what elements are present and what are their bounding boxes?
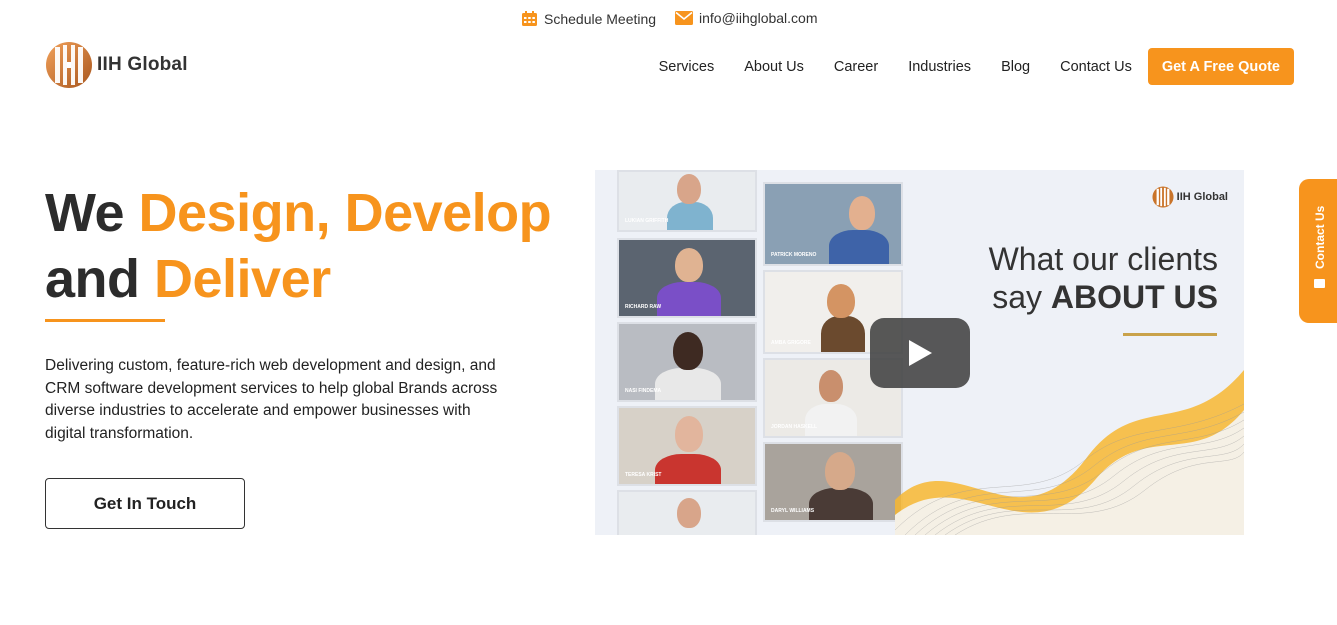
participant-tile [617, 490, 757, 535]
main-nav: Services About Us Career Industries Blog… [659, 48, 1294, 85]
video-brand-logo: IIH Global [1152, 186, 1228, 208]
email-label: info@iihglobal.com [699, 10, 818, 26]
video-heading-line1: What our clients [988, 241, 1218, 277]
hero-title-accent-2: Deliver [154, 249, 331, 309]
calendar-icon [521, 10, 538, 27]
nav-blog[interactable]: Blog [1001, 49, 1030, 85]
envelope-icon [675, 11, 693, 25]
contact-us-side-tab[interactable]: Contact Us [1299, 179, 1337, 323]
participant-tile: NASI FINDEMA [617, 322, 757, 402]
participant-name: TERESA KRIST [625, 472, 662, 478]
get-free-quote-button[interactable]: Get A Free Quote [1147, 48, 1294, 85]
participant-tile: PATRICK MORENO [763, 182, 903, 266]
play-button[interactable] [870, 318, 970, 388]
video-brand-name: IIH Global [1176, 191, 1228, 203]
hero-title-plain-1: We [45, 183, 139, 243]
nav-industries[interactable]: Industries [908, 49, 971, 85]
email-link[interactable]: info@iihglobal.com [675, 10, 818, 26]
participant-name: PATRICK MORENO [771, 252, 817, 258]
hero-title: We Design, Develop and Deliver [45, 180, 552, 312]
participant-tile: RICHARD RAW [617, 238, 757, 318]
hero-divider [45, 319, 165, 322]
play-icon [909, 340, 932, 366]
nav-career[interactable]: Career [834, 49, 878, 85]
participant-name: DARYL WILLIAMS [771, 508, 815, 514]
get-in-touch-button[interactable]: Get In Touch [45, 478, 245, 529]
video-heading: What our clients say ABOUT US [989, 240, 1218, 316]
participant-name: RICHARD RAW [625, 304, 662, 310]
participant-name: LUKIAN GRIFFITH [625, 218, 669, 224]
hero-description: Delivering custom, feature-rich web deve… [45, 357, 498, 442]
nav-contact-us[interactable]: Contact Us [1060, 49, 1132, 85]
nav-about-us[interactable]: About Us [744, 49, 804, 85]
participant-name: AMBA GRIGORE [771, 340, 811, 346]
brand-name: IIH Global [97, 54, 188, 75]
side-tab-label: Contact Us [1313, 205, 1327, 269]
participant-name: NASI FINDEMA [625, 388, 662, 394]
top-bar: Schedule Meeting info@iihglobal.com [0, 0, 1337, 36]
video-heading-divider [1123, 333, 1217, 336]
schedule-meeting-label: Schedule Meeting [544, 10, 657, 27]
participant-tile: DARYL WILLIAMS [763, 442, 903, 522]
hero-title-accent-1: Design, Develop [138, 183, 552, 243]
envelope-icon [1314, 279, 1325, 288]
iih-logo-mark-icon [46, 42, 92, 88]
video-heading-line2-plain: say [992, 279, 1051, 315]
testimonial-video[interactable]: LUKIAN GRIFFITH RICHARD RAW NASI FINDEMA… [595, 170, 1244, 535]
participant-tile: LUKIAN GRIFFITH [617, 170, 757, 232]
nav-services[interactable]: Services [659, 49, 715, 85]
site-logo[interactable]: IIH Global [45, 41, 188, 89]
video-heading-line2-bold: ABOUT US [1050, 279, 1218, 315]
participant-name: JORDAN HASKELL [771, 424, 818, 430]
participant-tile: TERESA KRIST [617, 406, 757, 486]
hero-title-plain-2: and [45, 249, 155, 309]
iih-logo-mark-icon [1152, 186, 1174, 208]
schedule-meeting-link[interactable]: Schedule Meeting [521, 10, 656, 27]
